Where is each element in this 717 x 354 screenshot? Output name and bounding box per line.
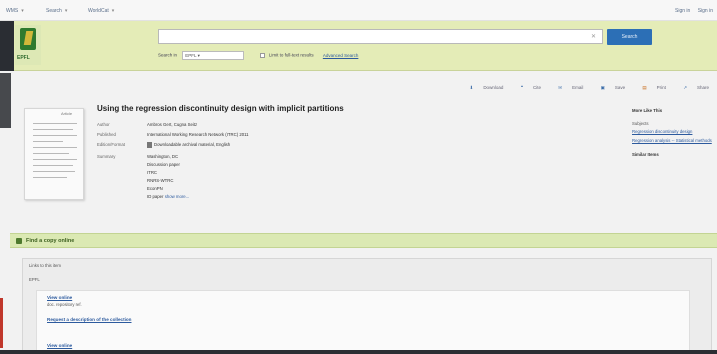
sidebar-heading: More Like This: [632, 108, 663, 113]
record-thumbnail[interactable]: Article: [24, 108, 84, 200]
download-action[interactable]: ⬇ Download: [462, 85, 504, 90]
nav-menu-worldcat[interactable]: WorldCat ▾: [88, 8, 114, 14]
signin-link-2[interactable]: Sign in: [698, 8, 713, 14]
search-scope-select[interactable]: EPFL ▾: [182, 51, 245, 60]
share-icon: ↗: [683, 85, 687, 90]
logo-text: EPFL: [17, 55, 30, 61]
save-icon: ▣: [600, 85, 605, 90]
thumbnail-label: Article: [61, 111, 73, 116]
links-heading: Links to this item: [29, 263, 62, 268]
similar-items-link[interactable]: Similar Items: [632, 152, 714, 157]
holding-link[interactable]: Request a description of the collection: [47, 317, 132, 322]
author-value[interactable]: Ambros Gert, Cugna Seitz: [147, 122, 197, 127]
limit-fulltext-label: Limit to full-text results: [268, 52, 314, 58]
show-more-link[interactable]: show more...: [165, 194, 190, 199]
cite-icon: ❝: [520, 85, 524, 90]
holding-link[interactable]: View online: [47, 295, 72, 300]
subject-link[interactable]: Regression analysis -- Statistical metho…: [632, 138, 714, 144]
library-name: EPFL: [29, 277, 40, 282]
cite-action[interactable]: ❝ Cite: [513, 85, 541, 90]
advanced-search-link[interactable]: Advanced Search: [323, 53, 359, 58]
sidebar-subjects-label: Subjects: [632, 121, 649, 126]
record-title: Using the regression discontinuity desig…: [97, 104, 344, 113]
find-copy-bar[interactable]: Find a copy online: [10, 233, 717, 248]
limit-fulltext-checkbox[interactable]: [259, 53, 265, 58]
email-action[interactable]: ✉ Email: [550, 85, 583, 90]
library-logo[interactable]: EPFL: [15, 25, 41, 65]
search-button[interactable]: Search: [607, 29, 652, 45]
top-navigation: WMS ▾ Search ▾ WorldCat ▾ Sign in Sign in: [0, 0, 717, 21]
screen-edge: [0, 21, 14, 71]
nav-menu-search[interactable]: Search ▾: [46, 8, 67, 14]
related-sidebar: More Like This Subjects Regression disco…: [632, 108, 714, 157]
search-input[interactable]: [159, 30, 602, 43]
record-toolbar: ⬇ Download ❝ Cite ✉ Email ▣ Save ▤ Print ↗ Sha…: [454, 85, 709, 91]
screen-frame: WMS ▾ Search ▾ WorldCat ▾ Sign in Sign in E…: [0, 0, 717, 354]
search-box[interactable]: ✕: [158, 29, 603, 44]
print-action[interactable]: ▤ Print: [634, 85, 666, 90]
find-copy-title: Find a copy online: [26, 238, 75, 244]
search-in-label: Search in: [158, 52, 178, 58]
account-links: Sign in Sign in: [669, 8, 713, 14]
signin-link-1[interactable]: Sign in: [675, 8, 690, 14]
holding-link[interactable]: View online: [47, 343, 72, 348]
holding-desc: doc. repository ref.: [47, 302, 82, 307]
book-icon: [147, 142, 152, 148]
save-action[interactable]: ▣ Save: [593, 85, 626, 90]
expand-icon: [16, 238, 22, 244]
nav-menu-wms[interactable]: WMS ▾: [6, 8, 24, 14]
screen-edge-strip: [0, 73, 11, 128]
clear-icon[interactable]: ✕: [591, 33, 596, 40]
share-action[interactable]: ↗ Share: [675, 85, 709, 90]
download-icon: ⬇: [469, 85, 474, 90]
subject-link[interactable]: Regression discontinuity design: [632, 129, 714, 135]
header: EPFL ✕ Search Search in EPFL ▾ Limit to …: [0, 21, 717, 71]
screen-bottom-edge: [0, 350, 717, 354]
search-options: Search in EPFL ▾ Limit to full-text resu…: [158, 51, 358, 60]
email-icon: ✉: [558, 85, 563, 90]
print-icon: ▤: [642, 85, 647, 90]
screen-edge-accent: [0, 298, 3, 348]
holdings-list: View online doc. repository ref. Request…: [36, 290, 690, 354]
